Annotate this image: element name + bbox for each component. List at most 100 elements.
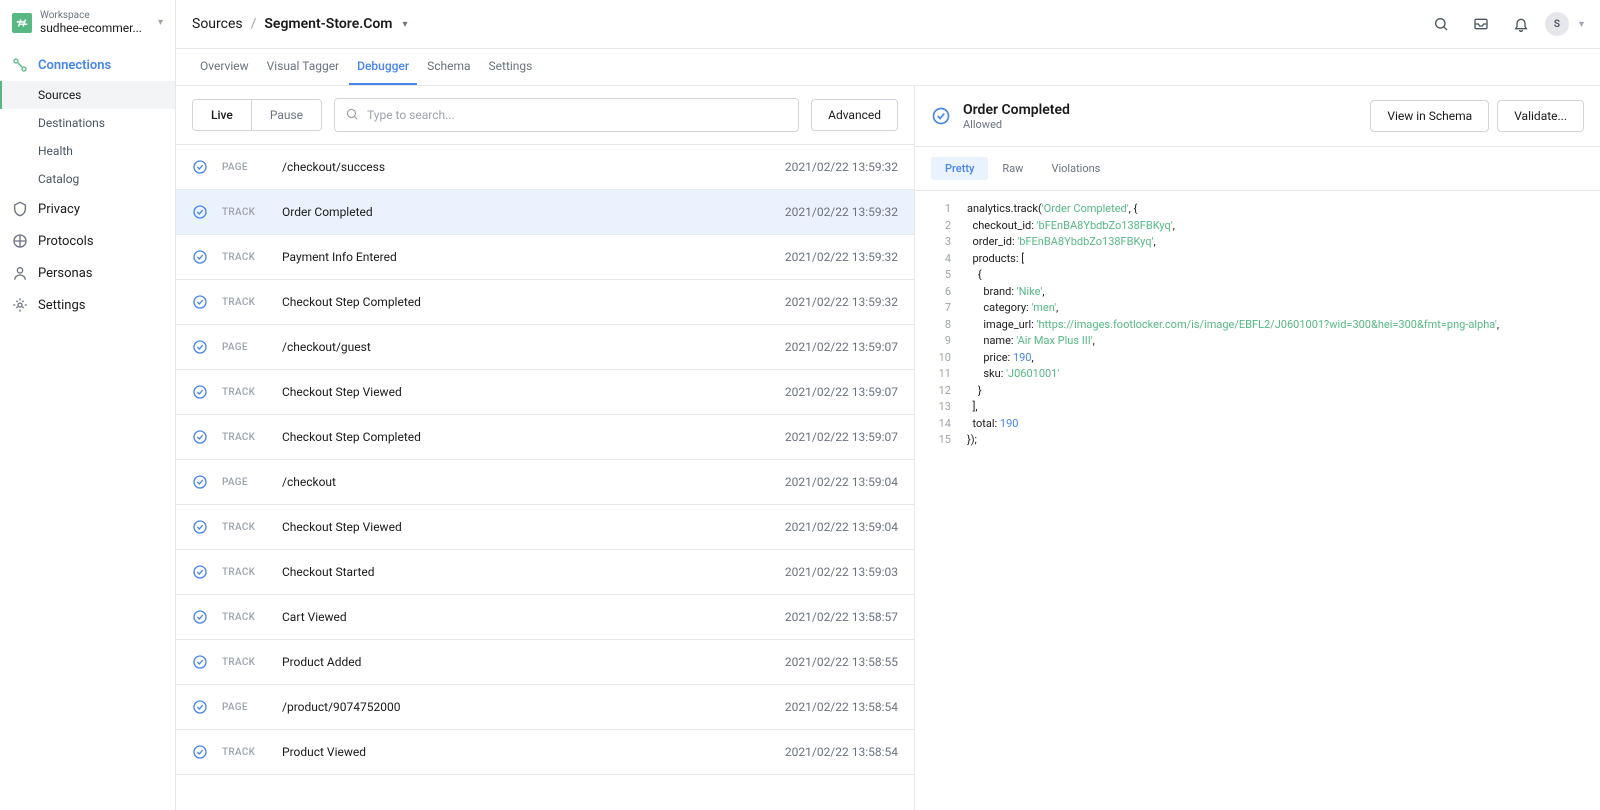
view-in-schema-button[interactable]: View in Schema: [1370, 100, 1489, 132]
event-row[interactable]: TRACK Checkout Step Viewed 2021/02/22 13:5…: [176, 505, 914, 550]
check-circle-icon: [192, 339, 208, 355]
event-row[interactable]: TRACKProduct Viewed2021/02/22 13:58:54: [176, 730, 914, 775]
check-circle-icon: [192, 294, 208, 310]
breadcrumb-root[interactable]: Sources: [192, 16, 243, 32]
protocols-icon: [12, 233, 28, 249]
event-type: TRACK: [222, 522, 268, 533]
event-row[interactable]: PAGE/checkout2021/02/22 13:59:04: [176, 460, 914, 505]
workspace-switcher[interactable]: Workspace sudhee-ecommer... ▾: [0, 0, 175, 45]
code-line: 6 brand: 'Nike',: [931, 284, 1584, 301]
live-button[interactable]: Live: [193, 100, 252, 130]
check-circle-icon: [931, 106, 951, 126]
event-timestamp: 2021/02/22 13:59:04: [785, 475, 898, 489]
event-type: TRACK: [222, 432, 268, 443]
nav-destinations[interactable]: Destinations: [0, 109, 175, 137]
event-row[interactable]: PAGE/checkout/guest2021/02/22 13:59:07: [176, 325, 914, 370]
tab-overview[interactable]: Overview: [192, 49, 257, 85]
event-timestamp: 2021/02/22 13:59:32: [785, 295, 898, 309]
event-type: PAGE: [222, 477, 268, 488]
breadcrumb-current[interactable]: Segment-Store.Com: [264, 16, 392, 32]
nav-catalog[interactable]: Catalog: [0, 165, 175, 193]
event-timestamp: 2021/02/22 13:58:57: [785, 610, 898, 624]
event-name: Checkout Step Completed: [282, 430, 771, 444]
check-circle-icon: [192, 699, 208, 715]
check-circle-icon: [192, 204, 208, 220]
event-row[interactable]: PAGE/product/90747520002021/02/22 13:58:…: [176, 685, 914, 730]
event-row[interactable]: TRACK Product Added 2021/02/22 13:58:55: [176, 640, 914, 685]
check-circle-icon: [192, 744, 208, 760]
event-name: Checkout Started: [282, 565, 771, 579]
detail-status: Allowed: [963, 118, 1358, 131]
check-circle-icon: [192, 384, 208, 400]
event-row[interactable]: PAGE/checkout/success2021/02/22 13:59:32: [176, 145, 914, 190]
code-panel: 1analytics.track('Order Completed', {2 c…: [915, 191, 1600, 810]
check-circle-icon: [192, 474, 208, 490]
event-timestamp: 2021/02/22 13:58:54: [785, 700, 898, 714]
event-row[interactable]: TRACKCart Viewed2021/02/22 13:58:57: [176, 595, 914, 640]
code-line: 3 order_id: 'bFEnBA8YbdbZo138FBKyq',: [931, 234, 1584, 251]
validate-button[interactable]: Validate...: [1497, 100, 1584, 132]
event-type: TRACK: [222, 387, 268, 398]
event-type: TRACK: [222, 657, 268, 668]
event-row[interactable]: TRACK Checkout Step Completed 2021/02/22 1…: [176, 415, 914, 460]
event-type: TRACK: [222, 612, 268, 623]
event-timestamp: 2021/02/22 13:58:55: [785, 655, 898, 669]
check-circle-icon: [192, 564, 208, 580]
tab-debugger[interactable]: Debugger: [349, 49, 417, 85]
event-type: TRACK: [222, 297, 268, 308]
advanced-button[interactable]: Advanced: [811, 99, 898, 131]
event-name: Payment Info Entered: [282, 250, 771, 264]
inbox-button[interactable]: [1465, 8, 1497, 40]
nav-personas[interactable]: Personas: [0, 257, 175, 289]
notifications-button[interactable]: [1505, 8, 1537, 40]
workspace-label: Workspace: [40, 10, 150, 21]
event-list[interactable]: PAGE/checkout/success2021/02/22 13:59:32…: [176, 145, 914, 810]
event-name: /checkout/success: [282, 160, 771, 174]
nav-protocols[interactable]: Protocols: [0, 225, 175, 257]
event-timestamp: 2021/02/22 13:59:07: [785, 340, 898, 354]
code-line: 11 sku: 'J0601001': [931, 366, 1584, 383]
tab-schema[interactable]: Schema: [419, 49, 478, 85]
nav-health[interactable]: Health: [0, 137, 175, 165]
event-row[interactable]: TRACKOrder Completed2021/02/22 13:59:32: [176, 190, 914, 235]
code-line: 10 price: 190,: [931, 350, 1584, 367]
detail-title: Order Completed: [963, 102, 1358, 118]
search-button[interactable]: [1425, 8, 1457, 40]
gear-icon: [12, 297, 28, 313]
event-timestamp: 2021/02/22 13:59:32: [785, 250, 898, 264]
connections-icon: [12, 57, 28, 73]
event-type: TRACK: [222, 747, 268, 758]
code-line: 13 ],: [931, 399, 1584, 416]
detail-tab-violations[interactable]: Violations: [1037, 157, 1114, 180]
detail-tab-pretty[interactable]: Pretty: [931, 157, 988, 180]
chevron-down-icon[interactable]: ▾: [1579, 19, 1584, 30]
workspace-name: sudhee-ecommer...: [40, 21, 150, 35]
tab-visual-tagger[interactable]: Visual Tagger: [259, 49, 348, 85]
nav-connections[interactable]: Connections: [0, 49, 175, 81]
event-row[interactable]: TRACKPayment Info Entered2021/02/22 13:5…: [176, 235, 914, 280]
nav-sources[interactable]: Sources: [0, 81, 175, 109]
event-name: Checkout Step Completed: [282, 295, 771, 309]
pause-button[interactable]: Pause: [252, 100, 321, 130]
code-line: 4 products: [: [931, 251, 1584, 268]
live-pause-toggle: Live Pause: [192, 99, 322, 131]
nav-privacy[interactable]: Privacy: [0, 193, 175, 225]
breadcrumb: Sources / Segment-Store.Com ▾: [192, 16, 407, 32]
tab-settings[interactable]: Settings: [481, 49, 541, 85]
chevron-down-icon[interactable]: ▾: [402, 19, 407, 30]
event-timestamp: 2021/02/22 13:59:07: [785, 430, 898, 444]
avatar[interactable]: S: [1545, 12, 1569, 36]
event-name: Product Added: [282, 655, 771, 669]
event-timestamp: 2021/02/22 13:59:04: [785, 520, 898, 534]
detail-tab-raw[interactable]: Raw: [988, 157, 1037, 180]
event-row[interactable]: TRACK Checkout Step Completed 2021/02/22 1…: [176, 280, 914, 325]
search-input[interactable]: [367, 108, 788, 122]
nav-settings[interactable]: Settings: [0, 289, 175, 321]
check-circle-icon: [192, 609, 208, 625]
event-name: Checkout Step Viewed: [282, 520, 771, 534]
event-row[interactable]: TRACKCheckout Started2021/02/22 13:59:03: [176, 550, 914, 595]
segment-logo-icon: [12, 13, 32, 33]
search-field[interactable]: [334, 98, 799, 132]
event-name: Product Viewed: [282, 745, 771, 759]
event-row[interactable]: TRACKCheckout Step Viewed2021/02/22 13:5…: [176, 370, 914, 415]
